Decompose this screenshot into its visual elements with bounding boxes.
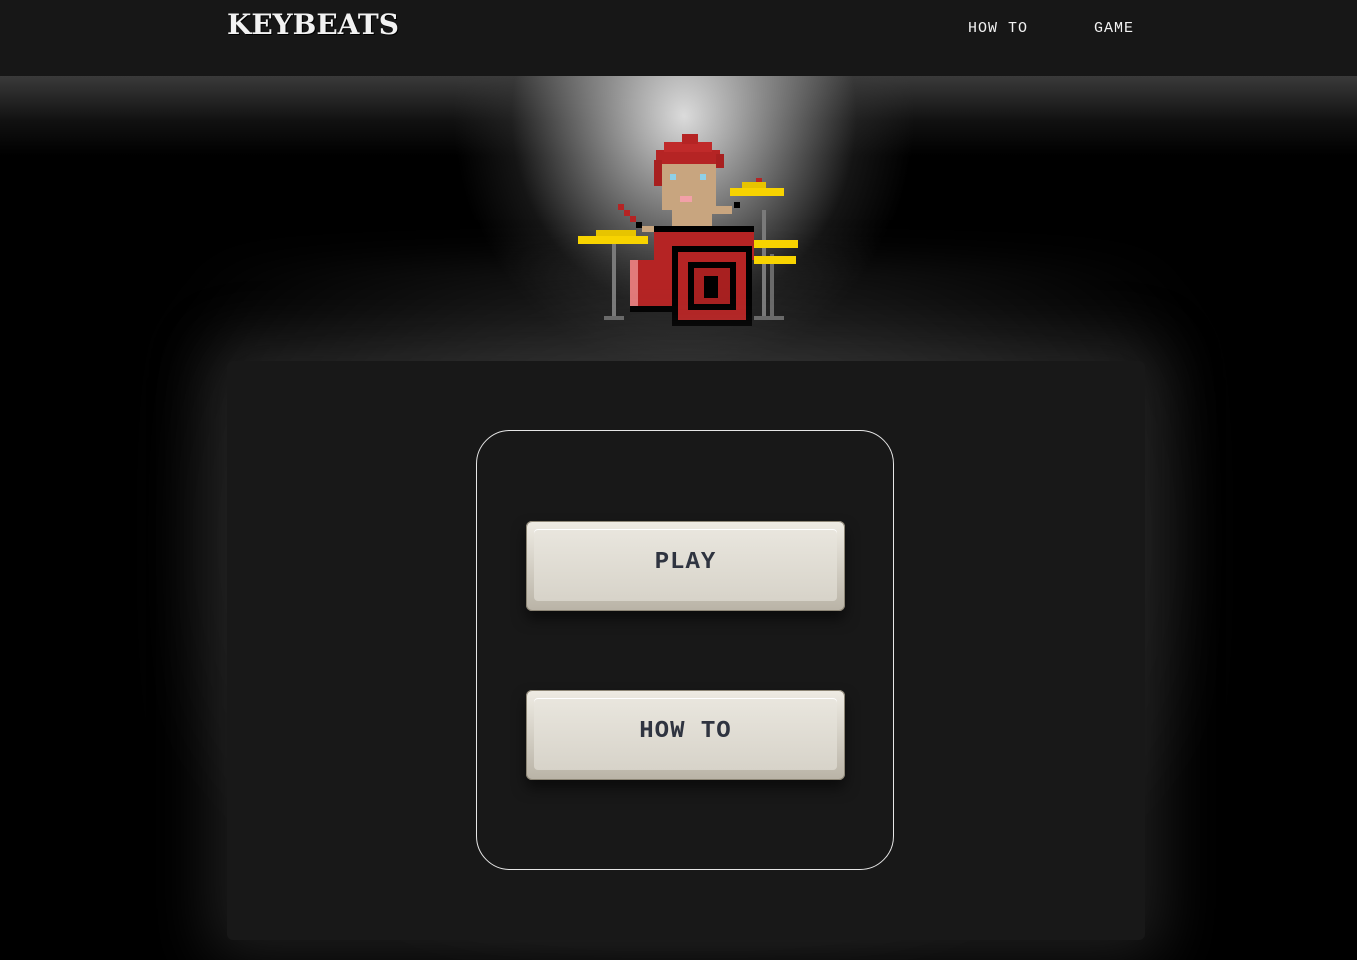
nav-link-game[interactable]: GAME <box>1094 20 1134 37</box>
play-button[interactable]: PLAY <box>526 521 845 611</box>
howto-button[interactable]: HOW TO <box>526 690 845 780</box>
nav-link-howto[interactable]: HOW TO <box>968 20 1028 37</box>
howto-button-label: HOW TO <box>639 718 732 745</box>
brand-logo[interactable]: KEYBEATS <box>227 8 399 41</box>
play-button-label: PLAY <box>654 549 717 576</box>
top-navbar: KEYBEATS HOW TO GAME <box>0 0 1357 76</box>
pixel-drummer-icon <box>570 130 802 330</box>
menu-frame <box>476 430 894 870</box>
